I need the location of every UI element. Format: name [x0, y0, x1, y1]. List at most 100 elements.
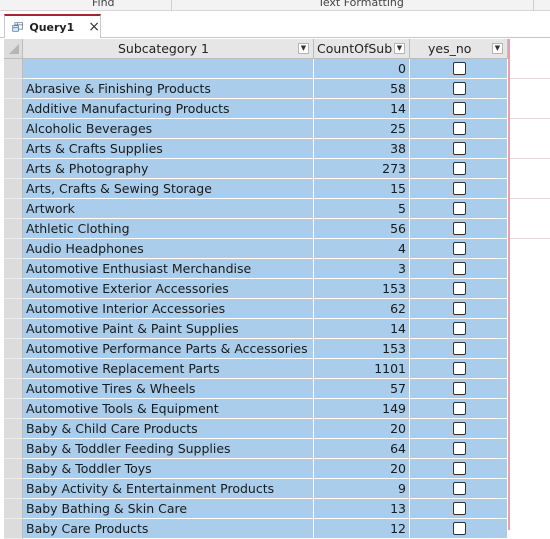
cell-subcategory[interactable]: Arts, Crafts & Sewing Storage — [23, 179, 314, 199]
cell-countofsub[interactable]: 273 — [314, 159, 410, 179]
cell-subcategory[interactable]: Automotive Performance Parts & Accessori… — [23, 339, 314, 359]
cell-subcategory[interactable]: Baby & Toddler Toys — [23, 459, 314, 479]
record-selector[interactable] — [4, 419, 23, 439]
record-selector[interactable] — [4, 159, 23, 179]
cell-subcategory[interactable]: Baby Bathing & Skin Care — [23, 499, 314, 519]
record-selector[interactable] — [4, 339, 23, 359]
close-icon[interactable]: × — [88, 20, 100, 34]
record-selector[interactable] — [4, 239, 23, 259]
record-selector[interactable] — [4, 519, 23, 539]
record-selector[interactable] — [4, 459, 23, 479]
table-row[interactable]: Abrasive & Finishing Products 58 — [4, 79, 508, 99]
cell-countofsub[interactable]: 62 — [314, 299, 410, 319]
cell-countofsub[interactable]: 13 — [314, 499, 410, 519]
record-selector[interactable] — [4, 139, 23, 159]
yes-no-checkbox[interactable] — [453, 342, 466, 355]
cell-subcategory[interactable]: Abrasive & Finishing Products — [23, 79, 314, 99]
cell-subcategory[interactable]: Baby Care Products — [23, 519, 314, 539]
yes-no-checkbox[interactable] — [453, 462, 466, 475]
cell-countofsub[interactable]: 14 — [314, 99, 410, 119]
select-all-corner[interactable] — [4, 39, 23, 59]
column-header-yes-no[interactable]: yes_no ▼ — [410, 39, 508, 59]
cell-countofsub[interactable]: 20 — [314, 419, 410, 439]
record-selector[interactable] — [4, 479, 23, 499]
yes-no-checkbox[interactable] — [453, 102, 466, 115]
cell-countofsub[interactable]: 14 — [314, 319, 410, 339]
cell-subcategory[interactable]: Automotive Tools & Equipment — [23, 399, 314, 419]
record-selector[interactable] — [4, 59, 23, 79]
cell-countofsub[interactable]: 64 — [314, 439, 410, 459]
record-selector[interactable] — [4, 79, 23, 99]
record-selector[interactable] — [4, 299, 23, 319]
cell-countofsub[interactable]: 15 — [314, 179, 410, 199]
record-selector[interactable] — [4, 259, 23, 279]
cell-countofsub[interactable]: 12 — [314, 519, 410, 539]
yes-no-checkbox[interactable] — [453, 62, 466, 75]
table-row[interactable]: Automotive Paint & Paint Supplies 14 — [4, 319, 508, 339]
cell-countofsub[interactable]: 20 — [314, 459, 410, 479]
table-row[interactable]: Artwork 5 — [4, 199, 508, 219]
table-row[interactable]: Arts & Photography 273 — [4, 159, 508, 179]
yes-no-checkbox[interactable] — [453, 422, 466, 435]
cell-subcategory[interactable]: Baby & Child Care Products — [23, 419, 314, 439]
table-row[interactable]: Automotive Tools & Equipment 149 — [4, 399, 508, 419]
cell-subcategory[interactable]: Additive Manufacturing Products — [23, 99, 314, 119]
cell-subcategory[interactable]: Automotive Exterior Accessories — [23, 279, 314, 299]
yes-no-checkbox[interactable] — [453, 282, 466, 295]
chevron-down-icon[interactable]: ▼ — [492, 43, 503, 54]
cell-countofsub[interactable]: 153 — [314, 279, 410, 299]
cell-subcategory[interactable]: Arts & Photography — [23, 159, 314, 179]
cell-countofsub[interactable]: 4 — [314, 239, 410, 259]
yes-no-checkbox[interactable] — [453, 502, 466, 515]
table-row[interactable]: Baby Care Products 12 — [4, 519, 508, 539]
cell-subcategory[interactable]: Arts & Crafts Supplies — [23, 139, 314, 159]
table-row[interactable]: Arts & Crafts Supplies 38 — [4, 139, 508, 159]
cell-subcategory[interactable]: Athletic Clothing — [23, 219, 314, 239]
table-row[interactable]: Athletic Clothing 56 — [4, 219, 508, 239]
cell-countofsub[interactable]: 25 — [314, 119, 410, 139]
yes-no-checkbox[interactable] — [453, 162, 466, 175]
table-row[interactable]: Additive Manufacturing Products 14 — [4, 99, 508, 119]
table-row[interactable]: Automotive Exterior Accessories 153 — [4, 279, 508, 299]
yes-no-checkbox[interactable] — [453, 302, 466, 315]
record-selector[interactable] — [4, 179, 23, 199]
cell-subcategory[interactable]: Audio Headphones — [23, 239, 314, 259]
cell-subcategory[interactable]: Automotive Enthusiast Merchandise — [23, 259, 314, 279]
table-row[interactable]: Audio Headphones 4 — [4, 239, 508, 259]
column-header-countofsub[interactable]: CountOfSub ▼ — [314, 39, 410, 59]
cell-subcategory[interactable]: Automotive Replacement Parts — [23, 359, 314, 379]
cell-countofsub[interactable]: 9 — [314, 479, 410, 499]
yes-no-checkbox[interactable] — [453, 82, 466, 95]
cell-countofsub[interactable]: 56 — [314, 219, 410, 239]
table-row[interactable]: Baby Bathing & Skin Care 13 — [4, 499, 508, 519]
yes-no-checkbox[interactable] — [453, 402, 466, 415]
cell-countofsub[interactable]: 0 — [314, 59, 410, 79]
record-selector[interactable] — [4, 219, 23, 239]
yes-no-checkbox[interactable] — [453, 202, 466, 215]
table-row[interactable]: Baby & Toddler Toys 20 — [4, 459, 508, 479]
yes-no-checkbox[interactable] — [453, 322, 466, 335]
tab-query1[interactable]: Query1 × — [4, 14, 101, 38]
record-selector[interactable] — [4, 319, 23, 339]
table-row[interactable]: Automotive Enthusiast Merchandise 3 — [4, 259, 508, 279]
record-selector[interactable] — [4, 199, 23, 219]
table-row[interactable]: Automotive Replacement Parts 1101 — [4, 359, 508, 379]
yes-no-checkbox[interactable] — [453, 482, 466, 495]
cell-countofsub[interactable]: 153 — [314, 339, 410, 359]
record-selector[interactable] — [4, 439, 23, 459]
table-row[interactable]: Arts, Crafts & Sewing Storage 15 — [4, 179, 508, 199]
cell-countofsub[interactable]: 57 — [314, 379, 410, 399]
yes-no-checkbox[interactable] — [453, 522, 466, 535]
cell-subcategory[interactable]: Automotive Tires & Wheels — [23, 379, 314, 399]
cell-subcategory[interactable]: Alcoholic Beverages — [23, 119, 314, 139]
table-row[interactable]: 0 — [4, 59, 508, 79]
table-row[interactable]: Alcoholic Beverages 25 — [4, 119, 508, 139]
cell-subcategory[interactable]: Baby & Toddler Feeding Supplies — [23, 439, 314, 459]
cell-countofsub[interactable]: 1101 — [314, 359, 410, 379]
yes-no-checkbox[interactable] — [453, 262, 466, 275]
cell-subcategory[interactable]: Baby Activity & Entertainment Products — [23, 479, 314, 499]
record-selector[interactable] — [4, 119, 23, 139]
yes-no-checkbox[interactable] — [453, 362, 466, 375]
table-row[interactable]: Baby & Child Care Products 20 — [4, 419, 508, 439]
cell-subcategory[interactable]: Automotive Paint & Paint Supplies — [23, 319, 314, 339]
